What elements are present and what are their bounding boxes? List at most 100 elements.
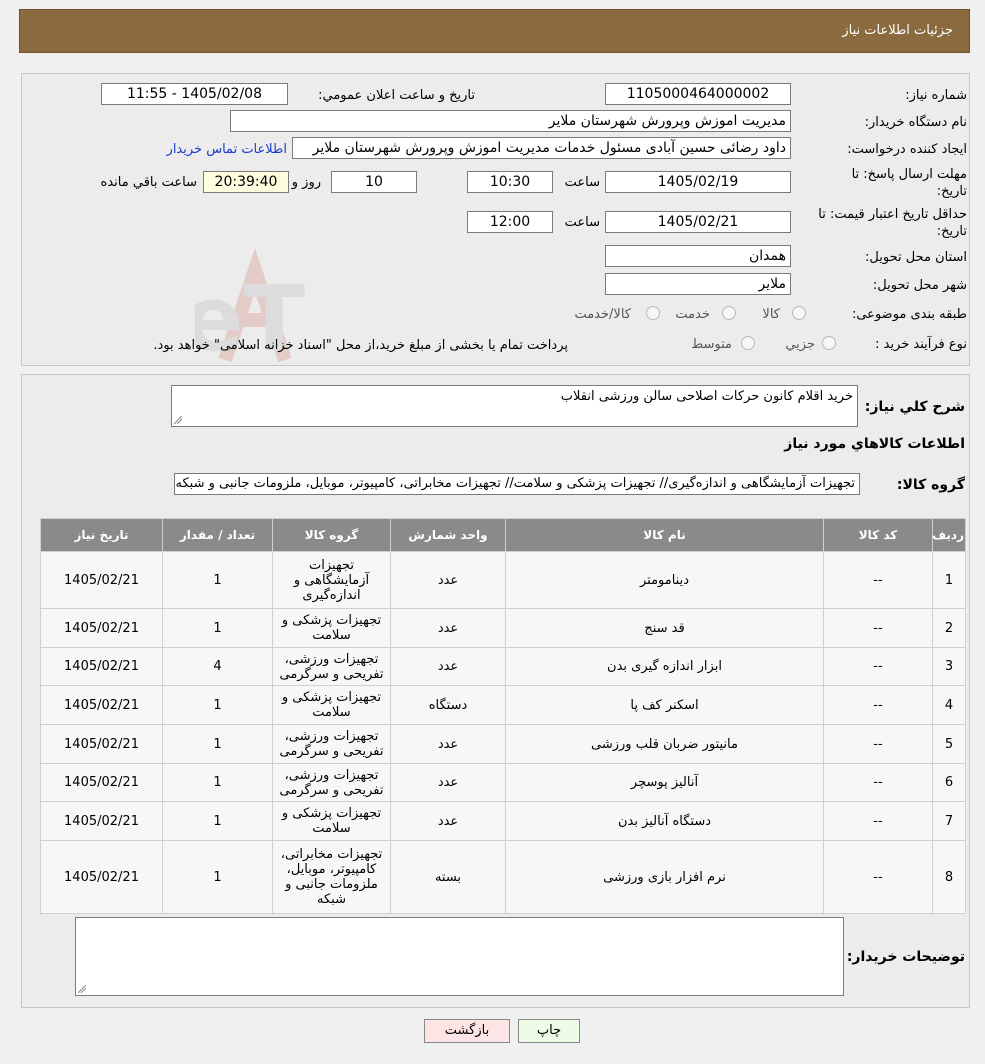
item-code: -- <box>823 608 933 648</box>
buyer-contact-link[interactable]: اطلاعات تماس خریدار <box>167 142 287 157</box>
treasury-payment-note: پرداخت تمام یا بخشی از مبلغ خرید،از محل … <box>153 338 568 353</box>
item-code: -- <box>823 647 933 686</box>
table-row: 5 -- مانیتور ضربان قلب ورزشی عدد تجهیزات… <box>40 724 966 764</box>
item-unit: عدد <box>390 801 506 841</box>
item-unit: عدد <box>390 551 506 609</box>
item-need-date: 1405/02/21 <box>40 608 163 648</box>
summary-label: شرح کلي نیاز: <box>864 399 965 415</box>
response-deadline-date: 1405/02/19 <box>605 171 791 193</box>
item-code: -- <box>823 685 933 725</box>
table-header-row: ردیف کد کالا نام کالا واحد شمارش گروه کا… <box>40 518 966 552</box>
need-number-field: 1105000464000002 <box>605 83 791 105</box>
item-group: تجهیزات پزشکی و سلامت <box>272 801 391 841</box>
row-number: 8 <box>932 840 966 914</box>
summary-field[interactable]: خرید اقلام کانون حرکات اصلاحی سالن ورزشی… <box>171 385 858 427</box>
buyer-notes-field[interactable] <box>75 917 844 996</box>
item-name: آنالیز پوسچر <box>505 763 824 802</box>
item-group: تجهیزات مخابراتی، کامپیوتر، موبایل، ملزو… <box>272 840 391 914</box>
item-quantity: 1 <box>162 801 273 841</box>
item-unit: بسته <box>390 840 506 914</box>
process-radio-small[interactable] <box>822 336 836 350</box>
remaining-time-field: 20:39:40 <box>203 171 289 193</box>
item-need-date: 1405/02/21 <box>40 647 163 686</box>
item-code: -- <box>823 724 933 764</box>
remaining-days-field: 10 <box>331 171 417 193</box>
delivery-city-field: ملایر <box>605 273 791 295</box>
response-deadline-label: مهلت ارسال پاسخ: تا <box>851 167 967 182</box>
table-row: 2 -- قد سنج عدد تجهیزات پزشکی و سلامت 1 … <box>40 608 966 648</box>
page-title: جزئیات اطلاعات نیاز <box>842 23 953 38</box>
print-button[interactable]: چاپ <box>518 1019 580 1043</box>
item-code: -- <box>823 801 933 841</box>
category-radio-goods[interactable] <box>792 306 806 320</box>
item-name: دستگاه آنالیز بدن <box>505 801 824 841</box>
goods-group-label: گروه کالا: <box>896 477 965 493</box>
goods-info-title: اطلاعات کالاهاي مورد نیاز <box>784 436 965 452</box>
col-quantity: تعداد / مقدار <box>162 518 273 552</box>
announce-datetime-field: 1405/02/08 - 11:55 <box>101 83 288 105</box>
col-item-group: گروه کالا <box>272 518 391 552</box>
item-name: اسکنر کف پا <box>505 685 824 725</box>
item-name: مانیتور ضربان قلب ورزشی <box>505 724 824 764</box>
item-need-date: 1405/02/21 <box>40 801 163 841</box>
row-number: 6 <box>932 763 966 802</box>
purchase-process-label: نوع فرآیند خرید : <box>875 337 967 352</box>
item-group: تجهیزات ورزشی، تفریحی و سرگرمی <box>272 647 391 686</box>
item-unit: عدد <box>390 724 506 764</box>
buyer-org-label: نام دستگاه خریدار: <box>864 115 967 130</box>
item-group: تجهیزات ورزشی، تفریحی و سرگرمی <box>272 724 391 764</box>
request-creator-label: ایجاد کننده درخواست: <box>847 142 967 157</box>
process-option-small: جزیي <box>785 337 815 352</box>
row-number: 5 <box>932 724 966 764</box>
delivery-province-label: استان محل تحویل: <box>865 250 967 265</box>
resize-handle-icon[interactable] <box>174 416 182 424</box>
col-need-date: تاریخ نیاز <box>40 518 163 552</box>
back-button[interactable]: بازگشت <box>424 1019 510 1043</box>
row-number: 7 <box>932 801 966 841</box>
response-deadline-label-2: تاریخ: <box>936 184 967 199</box>
category-option-service: خدمت <box>675 307 710 322</box>
item-code: -- <box>823 840 933 914</box>
category-radio-goods-service[interactable] <box>646 306 660 320</box>
item-group: تجهیزات پزشکی و سلامت <box>272 685 391 725</box>
item-unit: عدد <box>390 763 506 802</box>
buyer-org-field: مدیریت اموزش وپرورش شهرستان ملایر <box>230 110 791 132</box>
row-number: 2 <box>932 608 966 648</box>
category-option-goods-service: کالا/خدمت <box>574 307 631 322</box>
item-name: دینامومتر <box>505 551 824 609</box>
price-validity-label: حداقل تاریخ اعتبار قیمت: تا <box>818 207 967 222</box>
process-radio-medium[interactable] <box>741 336 755 350</box>
category-label: طبقه بندی موضوعی: <box>851 307 967 322</box>
col-item-code: کد کالا <box>823 518 933 552</box>
item-group: تجهیزات آزمایشگاهی و اندازه‌گیری <box>272 551 391 609</box>
row-number: 1 <box>932 551 966 609</box>
resize-handle-icon[interactable] <box>78 985 86 993</box>
table-row: 7 -- دستگاه آنالیز بدن عدد تجهیزات پزشکی… <box>40 801 966 841</box>
item-need-date: 1405/02/21 <box>40 840 163 914</box>
item-code: -- <box>823 763 933 802</box>
item-unit: عدد <box>390 647 506 686</box>
page-header: جزئیات اطلاعات نیاز <box>19 9 970 53</box>
delivery-province-field: همدان <box>605 245 791 267</box>
table-row: 3 -- ابزار اندازه گیری بدن عدد تجهیزات و… <box>40 647 966 686</box>
response-deadline-time: 10:30 <box>467 171 553 193</box>
item-quantity: 1 <box>162 724 273 764</box>
col-item-name: نام کالا <box>505 518 824 552</box>
deadline-time-label: ساعت <box>564 175 600 190</box>
item-need-date: 1405/02/21 <box>40 724 163 764</box>
category-radio-service[interactable] <box>722 306 736 320</box>
row-number: 4 <box>932 685 966 725</box>
price-validity-time: 12:00 <box>467 211 553 233</box>
need-number-label: شماره نیاز: <box>905 88 967 103</box>
price-validity-label-2: تاریخ: <box>936 224 967 239</box>
validity-time-label: ساعت <box>564 215 600 230</box>
item-group: تجهیزات پزشکی و سلامت <box>272 608 391 648</box>
delivery-city-label: شهر محل تحویل: <box>872 278 967 293</box>
buyer-notes-label: توضیحات خریدار: <box>846 949 965 965</box>
remaining-time-label: ساعت باقي مانده <box>100 175 197 190</box>
announce-datetime-label: تاریخ و ساعت اعلان عمومي: <box>318 88 475 103</box>
table-row: 4 -- اسکنر کف پا دستگاه تجهیزات پزشکی و … <box>40 685 966 725</box>
item-quantity: 4 <box>162 647 273 686</box>
item-quantity: 1 <box>162 840 273 914</box>
col-unit: واحد شمارش <box>390 518 506 552</box>
